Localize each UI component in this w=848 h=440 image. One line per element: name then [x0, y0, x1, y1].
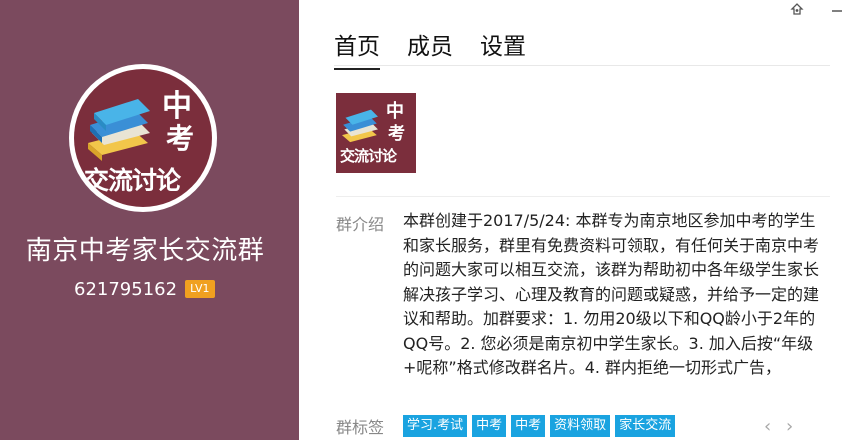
share-icon[interactable]	[790, 2, 804, 16]
tab-members[interactable]: 成员	[407, 27, 453, 70]
group-thumbnail[interactable]: 中 考 交流讨论	[336, 93, 416, 173]
tab-bar: 首页 成员 设置	[334, 27, 553, 70]
group-name: 南京中考家长交流群	[25, 236, 265, 266]
group-logo: 中 考 交流讨论	[74, 69, 212, 207]
tag-item[interactable]: 学习.考试	[403, 415, 468, 437]
group-id-row: 621795162 LV1	[74, 277, 215, 301]
logo-subtitle: 交流讨论	[340, 147, 397, 165]
intro-label: 群介绍	[336, 215, 385, 234]
level-badge: LV1	[185, 280, 215, 298]
logo-char-2: 考	[388, 124, 405, 144]
tag-item[interactable]: 中考	[511, 415, 546, 437]
logo-char-2: 考	[166, 122, 195, 155]
tag-item[interactable]: 中考	[472, 415, 507, 437]
tab-home[interactable]: 首页	[334, 27, 380, 70]
group-avatar[interactable]: 中 考 交流讨论	[69, 64, 217, 212]
tag-item[interactable]: 资料领取	[550, 415, 611, 437]
tag-item[interactable]: 家长交流	[615, 415, 676, 437]
intro-text: 本群创建于2017/5/24: 本群专为南京地区参加中考的学生和家长服务，群里有…	[403, 211, 820, 377]
section-divider	[336, 196, 830, 197]
group-id: 621795162	[74, 278, 178, 300]
tab-divider	[334, 65, 830, 66]
tag-list: 学习.考试 中考 中考 资料领取 家长交流	[403, 415, 680, 437]
chevron-left-icon[interactable]: ‹	[764, 416, 771, 437]
tags-label: 群标签	[336, 418, 385, 437]
chevron-right-icon[interactable]: ›	[786, 416, 793, 437]
group-profile-panel: 中 考 交流讨论 南京中考家长交流群 621795162 LV1	[0, 0, 299, 440]
logo-subtitle: 交流讨论	[84, 166, 181, 195]
tab-settings[interactable]: 设置	[480, 27, 526, 70]
minimize-icon[interactable]	[830, 2, 844, 16]
